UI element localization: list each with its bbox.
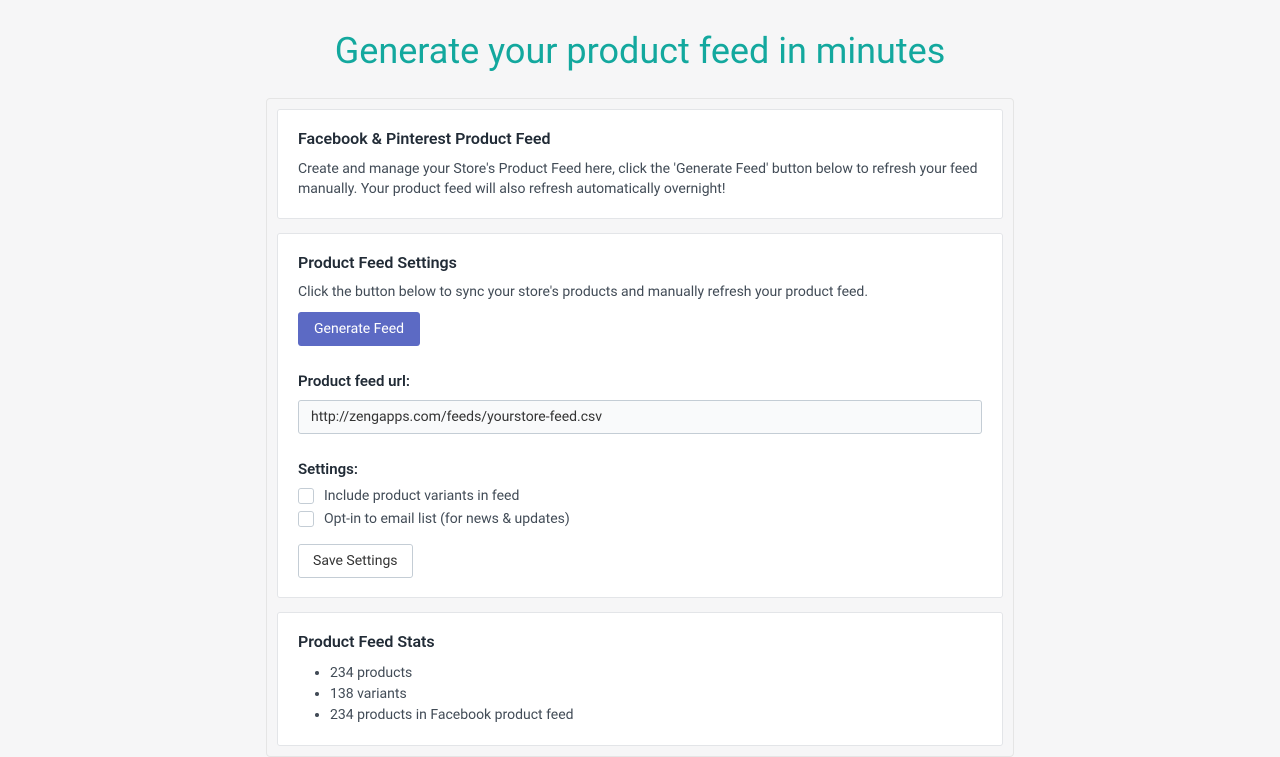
include-variants-checkbox[interactable] <box>298 488 314 504</box>
checkbox-row-variants: Include product variants in feed <box>298 488 982 504</box>
stats-card: Product Feed Stats 234 products 138 vari… <box>277 612 1003 746</box>
optin-email-label: Opt-in to email list (for news & updates… <box>324 511 570 527</box>
settings-card: Product Feed Settings Click the button b… <box>277 233 1003 598</box>
main-container: Facebook & Pinterest Product Feed Create… <box>266 98 1014 757</box>
page-title: Generate your product feed in minutes <box>0 0 1280 98</box>
generate-feed-button[interactable]: Generate Feed <box>298 312 420 346</box>
url-label: Product feed url: <box>298 372 982 390</box>
stats-item: 234 products in Facebook product feed <box>330 705 982 726</box>
intro-title: Facebook & Pinterest Product Feed <box>298 129 982 148</box>
include-variants-label: Include product variants in feed <box>324 488 519 504</box>
optin-email-checkbox[interactable] <box>298 511 314 527</box>
stats-title: Product Feed Stats <box>298 632 982 651</box>
save-settings-button[interactable]: Save Settings <box>298 544 413 578</box>
settings-title: Product Feed Settings <box>298 253 982 272</box>
intro-text: Create and manage your Store's Product F… <box>298 160 982 199</box>
settings-label: Settings: <box>298 460 982 478</box>
settings-description: Click the button below to sync your stor… <box>298 284 982 300</box>
stats-item: 234 products <box>330 663 982 684</box>
stats-list: 234 products 138 variants 234 products i… <box>298 663 982 726</box>
intro-card: Facebook & Pinterest Product Feed Create… <box>277 109 1003 219</box>
stats-item: 138 variants <box>330 684 982 705</box>
checkbox-row-optin: Opt-in to email list (for news & updates… <box>298 511 982 527</box>
feed-url-input[interactable] <box>298 400 982 434</box>
